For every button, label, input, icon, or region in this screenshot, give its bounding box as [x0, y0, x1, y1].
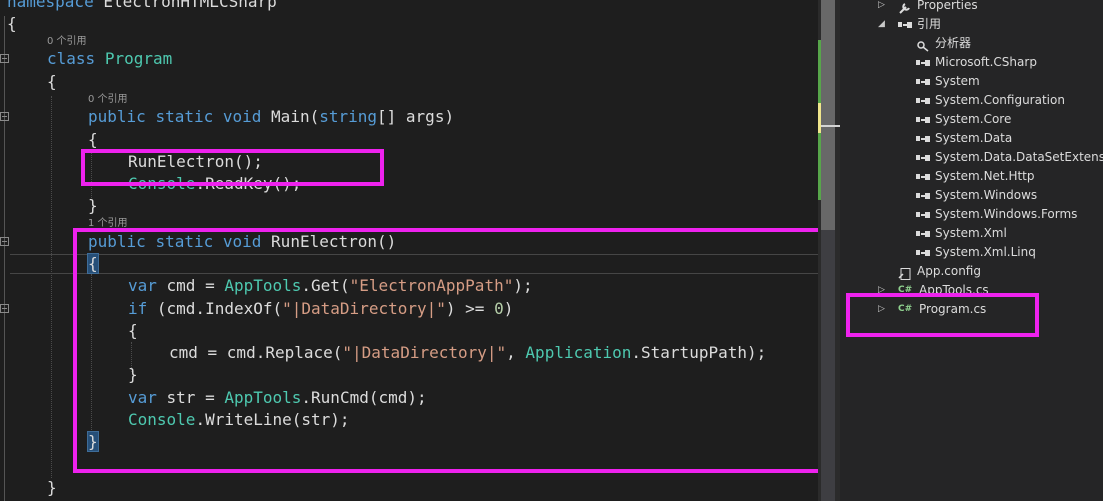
codelens-main-references[interactable]: 0 个引用 — [88, 93, 128, 107]
caret-position-marker — [821, 125, 840, 127]
highlight-box-program-cs — [846, 293, 1039, 337]
tree-item-label: System — [935, 74, 980, 88]
tree-item-label: System.Data — [935, 131, 1013, 145]
tree-item-label: System.Configuration — [935, 93, 1065, 107]
tree-item-label: Microsoft.CSharp — [935, 55, 1037, 69]
expanded-arrow-icon[interactable]: ◢ — [878, 15, 885, 34]
wrench-icon — [898, 1, 912, 14]
reference-icon — [916, 248, 930, 258]
keyword-string: string — [319, 107, 378, 126]
scrollbar-thumb[interactable] — [821, 0, 835, 230]
code-line-main-signature[interactable]: public static void Main(string[] args) — [88, 107, 454, 127]
reference-icon — [898, 20, 912, 30]
fold-toggle-class[interactable] — [0, 54, 9, 63]
reference-icon — [916, 77, 930, 87]
solution-explorer: ▷ Properties ◢ 引用分析器 Microsoft.CSharp System S… — [840, 0, 1103, 501]
solution-tree-item[interactable]: 分析器 — [916, 34, 971, 53]
tree-item-label: 引用 — [917, 17, 942, 31]
solution-tree-item[interactable]: System — [916, 72, 980, 91]
tree-item-label: System.Xml — [935, 226, 1007, 240]
solution-tree-item[interactable]: System.Data.DataSetExtensions — [916, 148, 1103, 167]
codelens-class-references[interactable]: 0 个引用 — [47, 35, 87, 49]
reference-icon — [916, 153, 930, 163]
tree-item-label: System.Data.DataSetExtensions — [935, 150, 1103, 164]
tree-item-label: 分析器 — [935, 36, 972, 50]
solution-tree-item[interactable]: App.config — [898, 262, 981, 281]
tree-item-label: App.config — [917, 264, 981, 278]
solution-tree-item[interactable]: System.Core — [916, 110, 1011, 129]
code-line-class-open[interactable]: { — [47, 72, 57, 92]
tree-item-label: System.Xml.Linq — [935, 245, 1036, 259]
solution-tree-item[interactable]: System.Net.Http — [916, 167, 1035, 186]
analyzer-icon — [916, 39, 930, 52]
keyword-public: public — [88, 107, 146, 126]
reference-icon — [916, 210, 930, 220]
cursor-marker — [818, 103, 821, 133]
fold-toggle-run[interactable] — [0, 237, 9, 246]
code-line-class-close[interactable]: } — [47, 478, 57, 498]
solution-tree-item[interactable]: System.Windows — [916, 186, 1037, 205]
collapsed-arrow-icon[interactable]: ▷ — [878, 0, 885, 15]
namespace-name: ElectronHTMLCSharp — [103, 0, 277, 11]
reference-icon — [916, 134, 930, 144]
keyword-static: static — [155, 107, 214, 126]
code-line-main-open[interactable]: { — [88, 130, 98, 150]
method-params: [] args) — [377, 107, 455, 126]
keyword-void: void — [222, 107, 262, 126]
solution-tree-item[interactable]: ◢ 引用 — [878, 15, 942, 34]
reference-icon — [916, 58, 930, 68]
code-line-class[interactable]: class Program — [47, 49, 172, 69]
method-name: Main( — [271, 107, 320, 126]
tree-item-label: System.Windows.Forms — [935, 207, 1078, 221]
solution-tree-item[interactable]: System.Data — [916, 129, 1012, 148]
highlight-box-runelectron-method — [73, 228, 818, 473]
solution-tree-item[interactable]: System.Xml.Linq — [916, 243, 1036, 262]
reference-icon — [916, 172, 930, 182]
tree-item-label: System.Windows — [935, 188, 1038, 202]
solution-tree-item[interactable]: System.Xml — [916, 224, 1007, 243]
code-line-main-close[interactable]: } — [88, 196, 98, 216]
reference-icon — [916, 96, 930, 106]
solution-tree-item[interactable]: Microsoft.CSharp — [916, 53, 1037, 72]
reference-icon — [916, 229, 930, 239]
keyword-class: class — [47, 49, 96, 68]
code-editor[interactable]: namespace ElectronHTMLCSharp { 0 个引用 cla… — [0, 0, 818, 501]
tree-item-label: System.Net.Http — [935, 169, 1035, 183]
reference-icon — [916, 115, 930, 125]
solution-tree-item[interactable]: System.Configuration — [916, 91, 1065, 110]
tree-item-label: Properties — [917, 0, 978, 12]
config-file-icon — [898, 267, 912, 280]
solution-tree-item[interactable]: System.Windows.Forms — [916, 205, 1077, 224]
tree-item-label: System.Core — [935, 112, 1012, 126]
code-line-namespace[interactable]: namespace ElectronHTMLCSharp — [7, 0, 277, 12]
outline-gutter-line — [4, 16, 5, 501]
highlight-box-runelectron-call — [81, 149, 384, 186]
fold-toggle-main[interactable] — [0, 112, 9, 121]
editor-scrollbar[interactable] — [818, 0, 840, 501]
fold-toggle-if[interactable] — [0, 304, 9, 313]
indent-guide — [51, 96, 52, 478]
code-line-ns-open[interactable]: { — [7, 14, 17, 34]
solution-tree-item[interactable]: ▷ Properties — [878, 0, 978, 15]
keyword-namespace: namespace — [7, 0, 94, 11]
class-name: Program — [104, 49, 173, 68]
reference-icon — [916, 191, 930, 201]
